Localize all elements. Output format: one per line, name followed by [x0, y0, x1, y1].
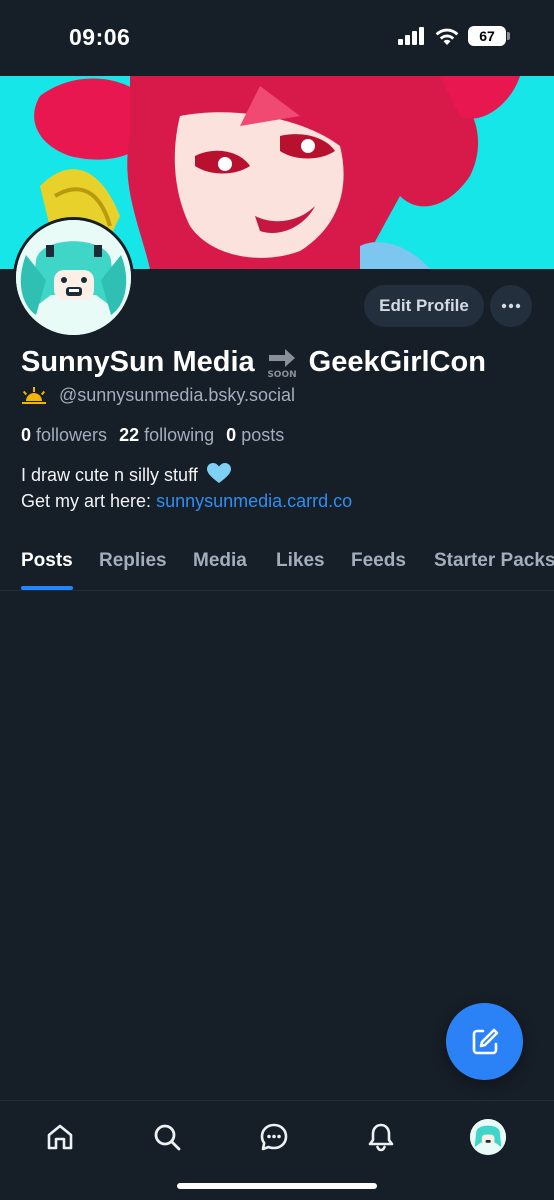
following-count: 22 — [119, 425, 140, 445]
bio-text: I draw cute n silly stuff — [21, 465, 198, 485]
wifi-icon — [435, 28, 459, 45]
followers-stat[interactable]: 0 followers — [21, 425, 107, 446]
bio-link-prefix: Get my art here: — [21, 491, 152, 511]
profile-tabs: Posts Replies Media Likes Feeds Starter … — [0, 538, 554, 591]
more-horizontal-icon — [501, 303, 521, 309]
display-name: SunnySun Media SOON GeekGirlCon — [21, 342, 486, 382]
followers-count: 0 — [21, 425, 32, 445]
tab-likes[interactable]: Likes — [276, 550, 325, 572]
profile-handle[interactable]: @sunnysunmedia.bsky.social — [59, 385, 295, 406]
avatar-image — [16, 220, 131, 335]
display-name-part2: GeekGirlCon — [308, 345, 486, 378]
home-indicator — [177, 1183, 377, 1189]
blue-heart-icon — [206, 463, 231, 483]
profile-stats: 0 followers 22 following 0 posts — [21, 425, 284, 446]
following-stat[interactable]: 22 following — [119, 425, 214, 446]
posts-label: posts — [241, 425, 285, 445]
home-icon — [47, 1124, 73, 1150]
nav-profile[interactable] — [468, 1117, 508, 1157]
profile-avatar[interactable] — [13, 217, 134, 338]
edit-profile-button[interactable]: Edit Profile — [364, 285, 484, 327]
nav-chat[interactable] — [254, 1117, 294, 1157]
status-time: 09:06 — [69, 24, 131, 50]
soon-arrow-icon: SOON — [267, 349, 296, 379]
tab-replies[interactable]: Replies — [99, 550, 167, 572]
active-tab-indicator — [21, 586, 73, 590]
nav-home[interactable] — [40, 1117, 80, 1157]
svg-text:SOON: SOON — [267, 370, 296, 379]
signal-icon — [398, 27, 424, 45]
sunrise-icon — [22, 386, 46, 404]
battery-indicator: 67 — [468, 26, 510, 46]
handle-row: @sunnysunmedia.bsky.social — [21, 385, 295, 406]
bell-icon — [368, 1123, 394, 1152]
nav-search[interactable] — [147, 1117, 187, 1157]
status-icons: 67 — [398, 26, 510, 46]
followers-label: followers — [36, 425, 108, 445]
compose-icon — [472, 1028, 498, 1054]
tab-feeds[interactable]: Feeds — [351, 550, 406, 572]
nav-notifications[interactable] — [361, 1117, 401, 1157]
tab-media[interactable]: Media — [193, 550, 247, 572]
bio-link[interactable]: sunnysunmedia.carrd.co — [156, 491, 352, 511]
bio-line-2: Get my art here: sunnysunmedia.carrd.co — [21, 488, 352, 514]
compose-post-button[interactable] — [446, 1003, 523, 1080]
status-bar: 09:06 67 — [0, 0, 554, 76]
display-name-part1: SunnySun Media — [21, 345, 255, 378]
more-options-button[interactable] — [490, 285, 532, 327]
search-icon — [154, 1124, 181, 1151]
chat-icon — [260, 1123, 288, 1151]
tab-starter-packs[interactable]: Starter Packs — [434, 550, 554, 572]
profile-avatar-small — [470, 1119, 506, 1155]
tab-posts[interactable]: Posts — [21, 550, 73, 572]
posts-count: 0 — [226, 425, 237, 445]
avatar-thumb-image — [470, 1119, 506, 1155]
profile-bio: I draw cute n silly stuff Get my art her… — [21, 462, 352, 514]
bio-line-1: I draw cute n silly stuff — [21, 462, 352, 488]
posts-stat: 0 posts — [226, 425, 284, 446]
following-label: following — [144, 425, 215, 445]
